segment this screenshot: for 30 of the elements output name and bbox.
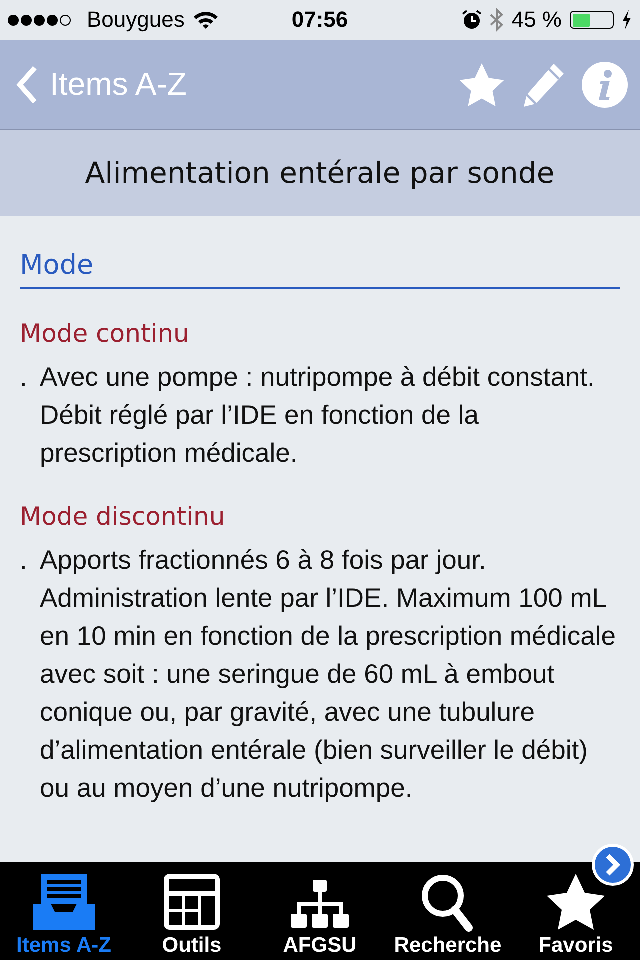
alarm-icon	[462, 10, 482, 30]
chevron-right-icon	[605, 854, 621, 876]
clock-time: 07:56	[292, 7, 348, 33]
charging-bolt-icon	[622, 10, 632, 30]
calculator-icon	[162, 872, 222, 932]
section-heading: Mode	[20, 216, 620, 289]
star-icon	[545, 872, 607, 932]
subsection-heading: Mode discontinu	[20, 502, 226, 531]
chevron-left-icon	[16, 64, 38, 104]
wifi-icon	[192, 10, 219, 30]
page-title: Alimentation entérale par sonde	[85, 156, 555, 190]
star-icon[interactable]	[458, 62, 506, 108]
tab-bar-item[interactable]: AFGSU	[256, 862, 384, 960]
tab-bar-item[interactable]: Items A-Z	[0, 862, 128, 960]
subsection-heading: Mode continu	[20, 319, 190, 348]
carrier-name: Bouygues	[87, 7, 185, 33]
bullet-mark: .	[20, 361, 28, 394]
pencil-icon[interactable]	[522, 62, 566, 108]
tray-icon	[33, 872, 95, 932]
battery-icon	[570, 11, 614, 29]
battery-percent: 45 %	[512, 7, 562, 33]
tab-bar-item[interactable]: Outils	[128, 862, 256, 960]
info-icon[interactable]	[582, 62, 628, 108]
next-button[interactable]	[592, 844, 634, 886]
body-paragraph: Apports fractionnés 6 à 8 fois par jour. Administration lente par l’IDE. Maximum 100 mL en 10 min en fonction de la prescription médicale avec soit : une seringue de 60 mL à embout conique ou, par gravité, avec une tubulure d’alimentation entérale (bien surveiller le débit) ou au moyen d’une nutripompe.	[40, 544, 617, 805]
bluetooth-icon	[490, 8, 504, 32]
tab-bar-item[interactable]: Recherche	[384, 862, 512, 960]
body-paragraph: Avec une pompe : nutripompe à débit constant. Débit réglé par l’IDE en fonction de la prescription médicale.	[40, 361, 596, 470]
bullet-mark: .	[20, 544, 28, 577]
tab-bar-item[interactable]: Favoris	[512, 862, 640, 960]
